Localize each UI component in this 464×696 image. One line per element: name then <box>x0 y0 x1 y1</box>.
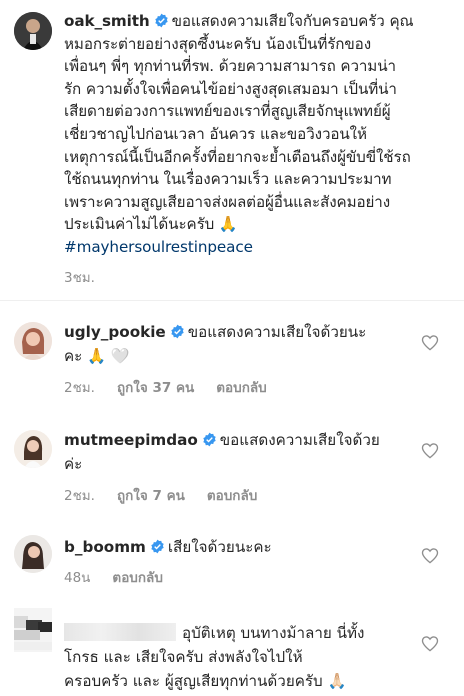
verified-badge-icon <box>151 539 164 554</box>
timestamp: 2ชม. <box>64 488 95 504</box>
verified-badge-icon <box>203 432 216 447</box>
caption-line: เหตุการณ์นี้เป็นอีกครั้งที่อยากจะย้ำเตือ… <box>64 147 411 166</box>
comment-text: อุบัติเหตุ บนทางม้าลาย นี่ทั้ง โกรธ และ … <box>64 621 416 693</box>
comment-line: คะ 🙏 🤍 <box>64 347 130 365</box>
redacted-username <box>64 623 176 641</box>
heart-icon[interactable] <box>421 442 439 459</box>
comment-text: ugly_pookie ขอแสดงความเสียใจด้วยนะ คะ 🙏 🤍 <box>64 320 416 368</box>
caption-line: เชี่ยวชาญไปก่อนเวลา อันควร และขอวิงวอนให… <box>64 124 367 143</box>
comment-line: เสียใจด้วยนะคะ <box>167 538 272 556</box>
comment-text: mutmeepimdao ขอแสดงความเสียใจด้วย ค่ะ <box>64 428 416 476</box>
timestamp: 48น <box>64 570 91 586</box>
caption-line: เพราะความสูญเสียอาจส่งผลต่อผู้อื่นและสัง… <box>64 192 391 211</box>
divider <box>0 300 464 301</box>
comment-line: ค่ะ <box>64 455 83 473</box>
caption-line: ใช้ถนนทุกท่าน ในเรื่องความเร็ว และความปร… <box>64 170 392 189</box>
username[interactable]: b_boomm <box>64 538 146 556</box>
likes-count[interactable]: ถูกใจ 37 คน <box>117 380 194 396</box>
comment-line: โกรธ และ เสียใจครับ ส่งพลังใจไปให้ <box>64 648 303 666</box>
timestamp: 3ชม. <box>64 270 95 286</box>
caption-line: หมอกระต่ายอย่างสุดซึ้งนะครับ น้องเป็นที่… <box>64 34 372 53</box>
reply-button[interactable]: ตอบกลับ <box>207 488 257 504</box>
comment-meta: 2ชม. ถูกใจ 37 คน ตอบกลับ <box>64 376 289 398</box>
caption-line: เพื่อนๆ พี่ๆ ทุกท่านที่รพ. ด้วยความสามาร… <box>64 57 396 76</box>
comment-line: ขอแสดงความเสียใจด้วยนะ <box>187 323 367 341</box>
reply-button[interactable]: ตอบกลับ <box>216 380 266 396</box>
avatar[interactable] <box>14 535 52 573</box>
verified-badge-icon <box>171 324 184 339</box>
post-meta: 3ชม. <box>64 266 117 288</box>
avatar[interactable] <box>14 12 52 50</box>
verified-badge-icon <box>154 13 168 28</box>
caption-text: oak_smith ขอแสดงความเสียใจกับครอบครัว คุณ… <box>64 10 456 259</box>
heart-icon[interactable] <box>421 334 439 351</box>
heart-icon[interactable] <box>421 635 439 652</box>
likes-count[interactable]: ถูกใจ 7 คน <box>117 488 185 504</box>
username[interactable]: ugly_pookie <box>64 323 166 341</box>
timestamp: 2ชม. <box>64 380 95 396</box>
comment-line: ครอบครัว และ ผู้สูญเสียทุกท่านด้วยครับ 🙏… <box>64 672 347 690</box>
caption-line: เสียดายต่อวงการแพทย์ของเราที่สูญเสียจักษ… <box>64 102 391 121</box>
caption-line: ประเมินค่าไม่ได้นะครับ 🙏 <box>64 215 238 234</box>
comment-meta: 2ชม. ถูกใจ 7 คน ตอบกลับ <box>64 484 279 506</box>
comment-meta: 48น ตอบกลับ <box>64 566 185 588</box>
username[interactable]: mutmeepimdao <box>64 431 198 449</box>
caption-line: รัก ความตั้งใจเพื่อคนไข้อย่างสูงสุดเสมอม… <box>64 79 397 98</box>
comment-line: อุบัติเหตุ บนทางม้าลาย นี่ทั้ง <box>182 624 365 642</box>
hashtag-link[interactable]: #mayhersoulrestinpeace <box>64 236 456 259</box>
reply-button[interactable]: ตอบกลับ <box>112 570 162 586</box>
heart-icon[interactable] <box>421 547 439 564</box>
caption-line: ขอแสดงความเสียใจกับครอบครัว คุณ <box>171 12 414 30</box>
avatar[interactable] <box>14 322 52 360</box>
avatar[interactable] <box>14 430 52 468</box>
comment-line: ขอแสดงความเสียใจด้วย <box>219 431 380 449</box>
comment-text: b_boomm เสียใจด้วยนะคะ <box>64 535 416 559</box>
redacted-avatar <box>14 608 52 652</box>
username[interactable]: oak_smith <box>64 12 150 30</box>
